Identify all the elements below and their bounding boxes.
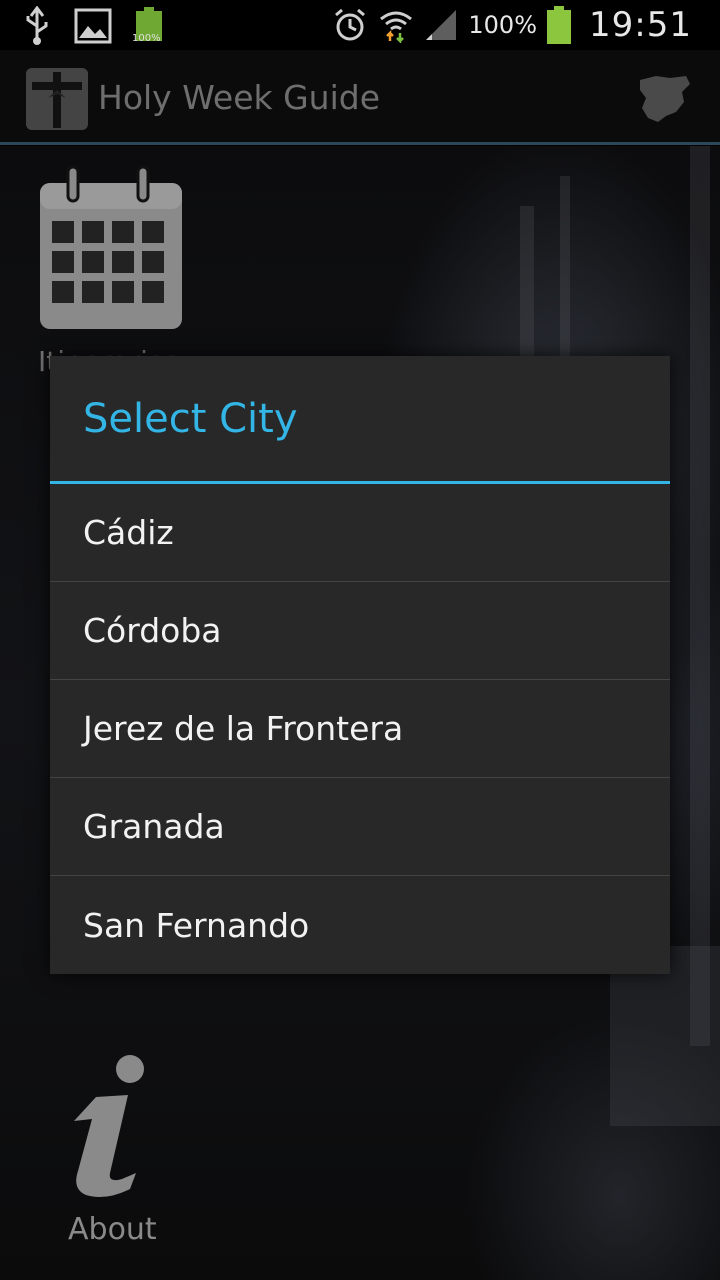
select-city-dialog: Select City Cádiz Córdoba Jerez de la Fr… bbox=[50, 356, 670, 974]
battery-percent: 100% bbox=[468, 11, 538, 39]
alarm-icon bbox=[335, 8, 366, 41]
about-label[interactable]: About bbox=[68, 1212, 157, 1247]
usb-icon bbox=[26, 6, 48, 45]
image-icon bbox=[74, 8, 112, 44]
action-bar: Holy Week Guide bbox=[0, 50, 720, 145]
city-item-jerez[interactable]: Jerez de la Frontera bbox=[50, 680, 670, 778]
battery-small-icon: 100% bbox=[132, 7, 164, 45]
app-title: Holy Week Guide bbox=[98, 78, 380, 117]
wifi-icon bbox=[380, 11, 413, 43]
city-item-san-fernando[interactable]: San Fernando bbox=[50, 876, 670, 974]
clock: 19:51 bbox=[589, 5, 692, 45]
info-icon[interactable] bbox=[66, 1055, 152, 1199]
calendar-icon[interactable] bbox=[40, 165, 182, 329]
city-item-cordoba[interactable]: Córdoba bbox=[50, 582, 670, 680]
status-bar: 100% 100% 19:51 bbox=[0, 0, 720, 50]
city-item-granada[interactable]: Granada bbox=[50, 778, 670, 876]
battery-small-label: 100% bbox=[132, 33, 161, 44]
battery-icon bbox=[547, 6, 572, 44]
app-crucifix-icon[interactable] bbox=[26, 68, 88, 130]
dialog-title: Select City bbox=[50, 356, 670, 484]
spain-map-icon[interactable] bbox=[636, 72, 692, 124]
city-item-cadiz[interactable]: Cádiz bbox=[50, 484, 670, 582]
signal-icon bbox=[426, 10, 457, 40]
